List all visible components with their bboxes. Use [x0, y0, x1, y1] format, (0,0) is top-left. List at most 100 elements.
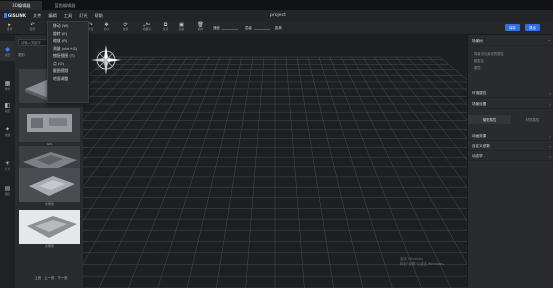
tool-delete-button[interactable]: 🗑 删除	[195, 22, 206, 34]
menu-item-capture-view[interactable]: 捕捉视图 (T)	[48, 52, 88, 60]
distance-control[interactable]: 距离	[275, 24, 282, 31]
rail-item-scene[interactable]: ▦ 场景	[0, 75, 15, 95]
save-button[interactable]: 保存	[505, 24, 520, 31]
speed-label: 速度	[213, 26, 220, 30]
grid-line	[83, 56, 188, 222]
grid-line	[351, 56, 467, 265]
grid-line	[362, 56, 467, 222]
page-next-button[interactable]: 下一页	[57, 275, 67, 280]
tool-paste-button[interactable]: ▣ 粘贴	[176, 22, 187, 34]
tool-label: 旋转	[122, 28, 129, 31]
section-animation[interactable]: 动画效果 ›	[468, 133, 553, 141]
tool-label: 选择	[6, 28, 13, 31]
menu-lighting[interactable]: 灯光	[79, 13, 87, 19]
section-custom-params[interactable]: 自定义参数 ›	[468, 143, 553, 151]
tree-item[interactable]: 图层	[474, 65, 481, 70]
grid-line	[340, 56, 452, 288]
section-scene-settings[interactable]: 场景设置 ›	[468, 101, 553, 109]
section-dynamics[interactable]: 动态学 ›	[468, 153, 553, 161]
grid-line	[373, 56, 467, 188]
page-first-button[interactable]: 上页	[34, 275, 41, 280]
effect-icon: ✦	[4, 125, 11, 133]
chevron-right-icon: ›	[549, 102, 551, 107]
material-icon: ◧	[4, 101, 11, 109]
tool-label: 剪切	[145, 28, 152, 31]
model-thumbnail	[19, 168, 80, 202]
grid-line	[83, 56, 177, 188]
tab-blueprint-editor[interactable]: 蓝图编辑器	[42, 1, 87, 10]
section-title: 环境属性	[472, 91, 487, 95]
grid-line	[417, 56, 467, 105]
tool-copy-button[interactable]: ⧉ 复制	[160, 22, 171, 34]
menu-item-ground[interactable]: 地面调整	[48, 75, 88, 83]
category-filter[interactable]: 类别	[18, 52, 25, 57]
left-icon-rail: ◆ 模型 ▦ 场景 ◧ 材质 ✦ 特效 ☀ 灯光 ▤ 图层	[0, 35, 15, 288]
rail-item-model[interactable]: ◆ 模型	[0, 41, 15, 61]
menu-file[interactable]: 文件	[33, 13, 41, 19]
menu-help[interactable]: 帮助	[95, 13, 103, 19]
rail-label: 图层	[4, 192, 11, 196]
tool-label: 删除	[197, 28, 204, 31]
menu-item-point[interactable]: 点 (O)	[48, 60, 88, 68]
speed-control[interactable]: 速度	[213, 24, 238, 31]
tool-label: 移动	[103, 28, 110, 31]
model-card[interactable]: GIS	[19, 108, 80, 147]
chevron-right-icon: ›	[549, 134, 551, 139]
grid-line	[83, 56, 133, 105]
scene-tree-header[interactable]: 场景树 ⌃	[468, 38, 553, 46]
section-environment[interactable]: 环境属性 ›	[468, 90, 553, 98]
menu-item-rotate[interactable]: 旋转 (E)	[48, 30, 88, 38]
model-icon: ◆	[5, 45, 10, 53]
section-title: 场景树	[472, 39, 483, 43]
rail-label: 灯光	[4, 167, 11, 171]
tool-label: 粘贴	[178, 28, 185, 31]
model-card[interactable]: 大场景	[19, 168, 80, 207]
editor-tab-bar: 3D编辑器 蓝图编辑器	[0, 0, 553, 10]
section-title: 场景设置	[472, 102, 487, 106]
menu-item-move[interactable]: 移动 (W)	[48, 22, 88, 30]
speed-input[interactable]	[221, 25, 238, 30]
distance-label: 距离	[275, 26, 282, 30]
ground-grid	[83, 56, 467, 288]
tool-undo-button[interactable]: ↶ 撤销	[27, 22, 38, 34]
page-prev-button[interactable]: 上一页	[44, 275, 54, 280]
3d-viewport[interactable]	[83, 35, 467, 288]
rail-item-light[interactable]: ☀ 灯光	[0, 155, 15, 175]
tab-model-properties[interactable]: 模型属性	[468, 115, 511, 124]
level-label: 层级	[245, 26, 252, 30]
tree-item[interactable]: 模型名	[474, 58, 484, 63]
level-input[interactable]	[253, 25, 270, 30]
tab-3d-editor[interactable]: 3D编辑器	[0, 1, 43, 10]
tool-label: 撤销	[29, 28, 36, 31]
grid-line	[296, 56, 334, 288]
rail-item-layer[interactable]: ▤ 图层	[0, 180, 15, 200]
light-icon: ☀	[4, 159, 11, 167]
menu-edit[interactable]: 编辑	[48, 13, 56, 19]
rail-label: 场景	[4, 87, 11, 91]
tree-item[interactable]: 场景中元素标签属性	[474, 51, 504, 56]
tool-select-button[interactable]: ▸ 选择	[4, 22, 15, 34]
menu-item-measure[interactable]: 测量 (ctrl+G)	[48, 45, 88, 53]
project-title: project	[270, 13, 286, 18]
exit-button[interactable]: 退出	[525, 24, 540, 31]
level-control[interactable]: 层级	[245, 24, 270, 31]
tool-move-button[interactable]: ✥ 移动	[101, 22, 112, 34]
watermark-line: 转到"设置"以激活 Windows。	[400, 261, 447, 266]
tool-cut-button[interactable]: ✂ 剪切	[143, 22, 154, 34]
rail-item-effect[interactable]: ✦ 特效	[0, 121, 15, 141]
rail-item-material[interactable]: ◧ 材质	[0, 97, 15, 117]
compass-icon	[91, 45, 121, 75]
grid-line	[186, 56, 243, 288]
chevron-right-icon: ›	[549, 144, 551, 149]
model-card[interactable]: 大场景	[19, 210, 80, 249]
pagination: 上页 上一页 下一页	[21, 275, 81, 280]
menu-item-scale[interactable]: 缩放 (R)	[48, 37, 88, 45]
grid-line	[318, 56, 393, 288]
rail-label: 材质	[4, 109, 11, 113]
menu-item-screenshot[interactable]: 截图视频	[48, 67, 88, 75]
transform-dropdown-menu: 移动 (W) 旋转 (E) 缩放 (R) 测量 (ctrl+G) 捕捉视图 (T…	[47, 21, 89, 103]
tool-rotate-button[interactable]: ⟳ 旋转	[120, 22, 131, 34]
menu-tools[interactable]: 工具	[64, 13, 72, 19]
section-title: 动态学	[472, 154, 483, 158]
tab-material-properties[interactable]: 材质属性	[511, 115, 553, 124]
